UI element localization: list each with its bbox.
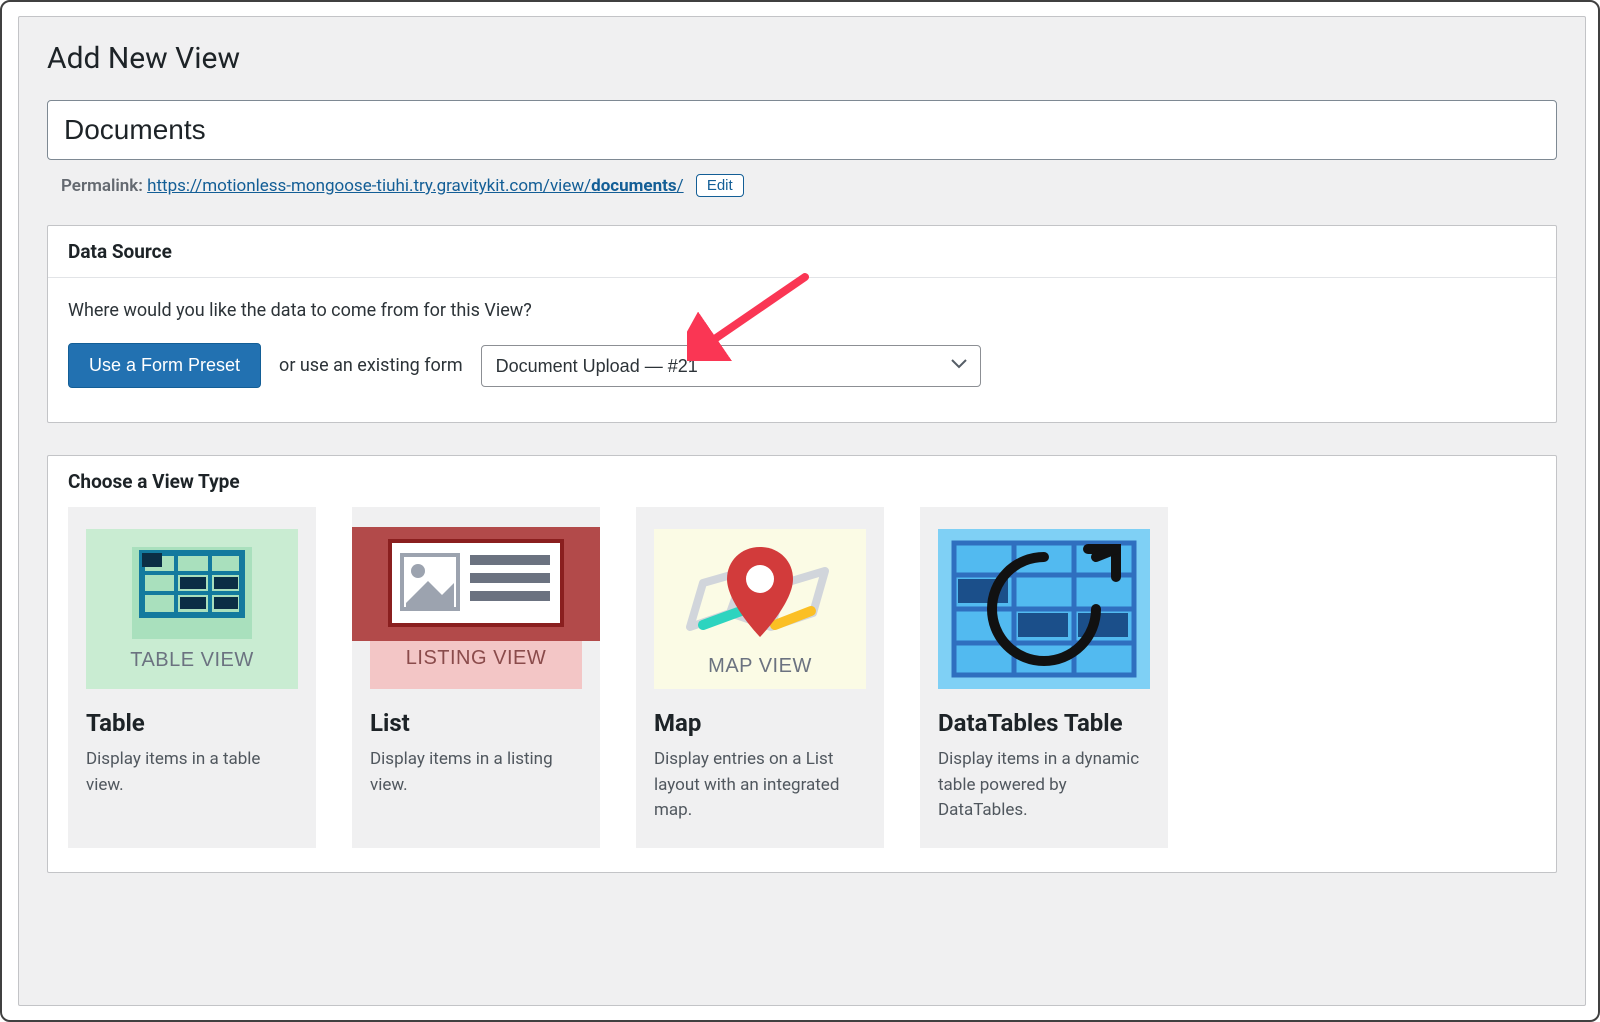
edit-permalink-button[interactable]: Edit bbox=[696, 174, 744, 197]
view-type-table[interactable]: TABLE VIEW Table Display items in a tabl… bbox=[68, 507, 316, 848]
permalink-label: Permalink: bbox=[61, 176, 143, 196]
listing-view-thumb: LISTING VIEW bbox=[370, 529, 582, 689]
view-type-desc: Display items in a table view. bbox=[86, 747, 298, 798]
permalink-base: https://motionless-mongoose-tiuhi.try.gr… bbox=[147, 176, 591, 196]
permalink-trailing: / bbox=[677, 176, 684, 196]
page-title: Add New View bbox=[47, 41, 1557, 76]
view-type-title: List bbox=[370, 709, 582, 737]
or-use-existing-text: or use an existing form bbox=[279, 355, 463, 376]
data-source-controls: Use a Form Preset or use an existing for… bbox=[68, 343, 1536, 388]
data-source-prompt: Where would you like the data to come fr… bbox=[68, 300, 1536, 321]
data-source-header: Data Source bbox=[48, 226, 1556, 278]
permalink-row: Permalink: https://motionless-mongoose-t… bbox=[61, 174, 1557, 197]
view-type-title: DataTables Table bbox=[938, 709, 1150, 737]
view-type-grid: TABLE VIEW Table Display items in a tabl… bbox=[48, 507, 1556, 872]
view-type-panel: Choose a View Type bbox=[47, 455, 1557, 873]
data-source-panel: Data Source Where would you like the dat… bbox=[47, 225, 1557, 423]
view-type-title: Map bbox=[654, 709, 866, 737]
permalink-slug: documents bbox=[591, 176, 676, 196]
use-form-preset-button[interactable]: Use a Form Preset bbox=[68, 343, 261, 388]
data-source-body: Where would you like the data to come fr… bbox=[48, 278, 1556, 422]
page-body: Add New View Permalink: https://motionle… bbox=[18, 16, 1586, 1006]
view-type-datatables[interactable]: DataTables Table Display items in a dyna… bbox=[920, 507, 1168, 848]
permalink-link[interactable]: https://motionless-mongoose-tiuhi.try.gr… bbox=[147, 176, 683, 196]
listing-view-caption: LISTING VIEW bbox=[370, 647, 582, 670]
view-type-desc: Display entries on a List layout with an… bbox=[654, 747, 866, 824]
map-view-caption: MAP VIEW bbox=[654, 655, 866, 678]
existing-form-select[interactable]: Document Upload — #21 bbox=[481, 345, 981, 387]
app-frame: Add New View Permalink: https://motionle… bbox=[0, 0, 1600, 1022]
view-title-input[interactable] bbox=[47, 100, 1557, 160]
view-type-list[interactable]: LISTING VIEW List Display items in a lis… bbox=[352, 507, 600, 848]
datatables-thumb bbox=[938, 529, 1150, 689]
view-type-header: Choose a View Type bbox=[48, 456, 1556, 507]
view-type-map[interactable]: MAP VIEW Map Display entries on a List l… bbox=[636, 507, 884, 848]
view-type-desc: Display items in a listing view. bbox=[370, 747, 582, 798]
table-view-thumb: TABLE VIEW bbox=[86, 529, 298, 689]
view-type-desc: Display items in a dynamic table powered… bbox=[938, 747, 1150, 824]
view-type-title: Table bbox=[86, 709, 298, 737]
table-view-caption: TABLE VIEW bbox=[86, 649, 298, 672]
map-view-thumb: MAP VIEW bbox=[654, 529, 866, 689]
